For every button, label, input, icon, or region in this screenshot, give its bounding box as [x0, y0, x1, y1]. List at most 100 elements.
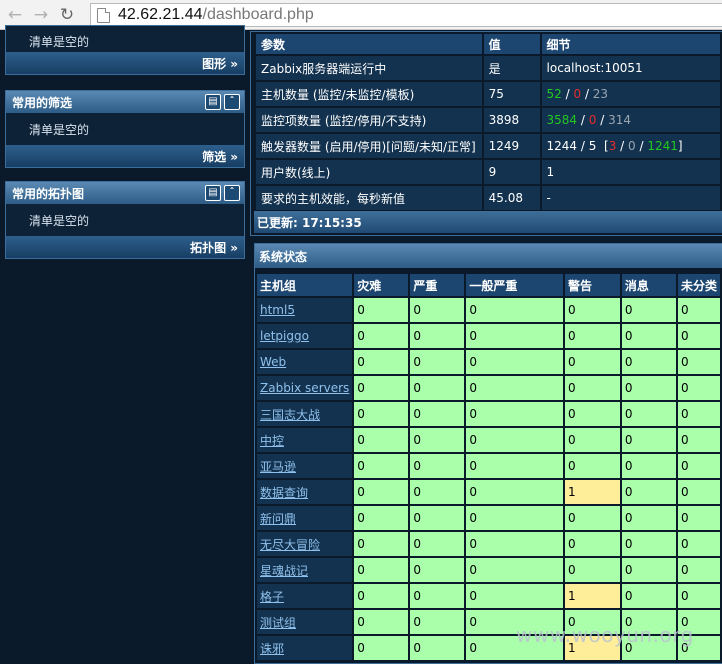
- severity-count-cell[interactable]: 0: [677, 402, 720, 426]
- severity-count-cell[interactable]: 0: [410, 610, 465, 634]
- severity-count-cell[interactable]: 0: [354, 402, 409, 426]
- severity-count-cell[interactable]: 0: [564, 532, 620, 556]
- severity-count-cell[interactable]: 0: [621, 298, 676, 322]
- host-group-link[interactable]: html5: [260, 303, 295, 317]
- severity-count-cell[interactable]: 0: [410, 480, 465, 504]
- collapse-icon[interactable]: ˆ: [224, 94, 240, 110]
- severity-count-cell[interactable]: 1: [564, 480, 620, 504]
- severity-count-cell[interactable]: 0: [677, 350, 720, 374]
- severity-count-cell[interactable]: 0: [564, 324, 620, 348]
- severity-count-cell[interactable]: 0: [621, 480, 676, 504]
- severity-count-cell[interactable]: 0: [410, 532, 465, 556]
- severity-count-cell[interactable]: 0: [410, 558, 465, 582]
- severity-count-cell[interactable]: 0: [410, 454, 465, 478]
- severity-count-cell[interactable]: 0: [466, 532, 563, 556]
- severity-count-cell[interactable]: 0: [466, 454, 563, 478]
- host-group-link[interactable]: 星魂战记: [260, 564, 308, 578]
- severity-count-cell[interactable]: 0: [354, 584, 409, 608]
- severity-count-cell[interactable]: 0: [677, 298, 720, 322]
- severity-count-cell[interactable]: 0: [466, 584, 563, 608]
- severity-count-cell[interactable]: 0: [410, 506, 465, 530]
- severity-count-cell[interactable]: 0: [354, 636, 409, 660]
- severity-count-cell[interactable]: 0: [677, 558, 720, 582]
- menu-icon[interactable]: ▤: [205, 94, 221, 110]
- severity-count-cell[interactable]: 0: [354, 376, 409, 400]
- severity-count-cell[interactable]: 0: [621, 454, 676, 478]
- severity-count-cell[interactable]: 0: [621, 584, 676, 608]
- severity-count-cell[interactable]: 0: [564, 454, 620, 478]
- severity-count-cell[interactable]: 0: [354, 532, 409, 556]
- host-group-link[interactable]: Web: [260, 355, 286, 369]
- severity-count-cell[interactable]: 0: [466, 428, 563, 452]
- severity-count-cell[interactable]: 0: [621, 428, 676, 452]
- severity-count-cell[interactable]: 0: [354, 610, 409, 634]
- severity-count-cell[interactable]: 0: [410, 636, 465, 660]
- host-group-link[interactable]: 无尽大冒险: [260, 538, 320, 552]
- severity-count-cell[interactable]: 0: [564, 558, 620, 582]
- severity-count-cell[interactable]: 0: [354, 558, 409, 582]
- severity-count-cell[interactable]: 0: [677, 376, 720, 400]
- severity-count-cell[interactable]: 0: [410, 428, 465, 452]
- severity-count-cell[interactable]: 0: [677, 506, 720, 530]
- host-group-link[interactable]: Zabbix servers: [260, 381, 349, 395]
- severity-count-cell[interactable]: 0: [677, 584, 720, 608]
- menu-icon[interactable]: ▤: [205, 185, 221, 201]
- severity-count-cell[interactable]: 0: [354, 298, 409, 322]
- severity-count-cell[interactable]: 0: [677, 480, 720, 504]
- severity-count-cell[interactable]: 0: [354, 350, 409, 374]
- severity-count-cell[interactable]: 0: [354, 454, 409, 478]
- severity-count-cell[interactable]: 0: [564, 376, 620, 400]
- host-group-link[interactable]: letpiggo: [260, 329, 309, 343]
- severity-count-cell[interactable]: 0: [621, 402, 676, 426]
- host-group-link[interactable]: 亚马逊: [260, 460, 296, 474]
- severity-count-cell[interactable]: 1: [564, 584, 620, 608]
- host-group-link[interactable]: 诛邪: [260, 642, 284, 656]
- graphs-link[interactable]: 图形 »: [6, 52, 244, 74]
- severity-count-cell[interactable]: 0: [564, 428, 620, 452]
- severity-count-cell[interactable]: 0: [621, 350, 676, 374]
- severity-count-cell[interactable]: 0: [564, 402, 620, 426]
- severity-count-cell[interactable]: 0: [410, 350, 465, 374]
- severity-count-cell[interactable]: 0: [621, 506, 676, 530]
- host-group-link[interactable]: 三国志大战: [260, 408, 320, 422]
- host-group-link[interactable]: 测试组: [260, 616, 296, 630]
- severity-count-cell[interactable]: 0: [677, 324, 720, 348]
- severity-count-cell[interactable]: 0: [410, 298, 465, 322]
- maps-link[interactable]: 拓扑图 »: [6, 236, 244, 258]
- screens-link[interactable]: 筛选 »: [6, 145, 244, 167]
- severity-count-cell[interactable]: 0: [466, 376, 563, 400]
- collapse-icon[interactable]: ˆ: [224, 185, 240, 201]
- severity-count-cell[interactable]: 0: [677, 454, 720, 478]
- severity-count-cell[interactable]: 0: [564, 298, 620, 322]
- host-group-link[interactable]: 中控: [260, 434, 284, 448]
- host-group-link[interactable]: 格子: [260, 590, 284, 604]
- severity-count-cell[interactable]: 0: [677, 532, 720, 556]
- severity-count-cell[interactable]: 0: [621, 376, 676, 400]
- severity-count-cell[interactable]: 0: [410, 402, 465, 426]
- severity-count-cell[interactable]: 0: [677, 428, 720, 452]
- severity-count-cell[interactable]: 0: [354, 480, 409, 504]
- severity-count-cell[interactable]: 0: [466, 324, 563, 348]
- severity-count-cell[interactable]: 0: [466, 506, 563, 530]
- address-bar[interactable]: 42.62.21.44/dashboard.php: [90, 3, 722, 27]
- severity-count-cell[interactable]: 0: [621, 532, 676, 556]
- severity-count-cell[interactable]: 0: [564, 350, 620, 374]
- severity-count-cell[interactable]: 0: [354, 324, 409, 348]
- forward-arrow-icon[interactable]: →: [30, 4, 52, 26]
- severity-count-cell[interactable]: 0: [466, 298, 563, 322]
- severity-count-cell[interactable]: 0: [410, 376, 465, 400]
- host-group-link[interactable]: 数据查询: [260, 486, 308, 500]
- severity-count-cell[interactable]: 0: [410, 324, 465, 348]
- severity-count-cell[interactable]: 0: [564, 506, 620, 530]
- severity-count-cell[interactable]: 0: [621, 558, 676, 582]
- severity-count-cell[interactable]: 0: [621, 324, 676, 348]
- back-arrow-icon[interactable]: ←: [4, 4, 26, 26]
- host-group-link[interactable]: 新问鼎: [260, 512, 296, 526]
- reload-icon[interactable]: ↻: [56, 4, 78, 26]
- severity-count-cell[interactable]: 0: [410, 584, 465, 608]
- severity-count-cell[interactable]: 0: [466, 402, 563, 426]
- severity-count-cell[interactable]: 0: [466, 350, 563, 374]
- severity-count-cell[interactable]: 0: [354, 506, 409, 530]
- severity-count-cell[interactable]: 0: [354, 428, 409, 452]
- severity-count-cell[interactable]: 0: [466, 480, 563, 504]
